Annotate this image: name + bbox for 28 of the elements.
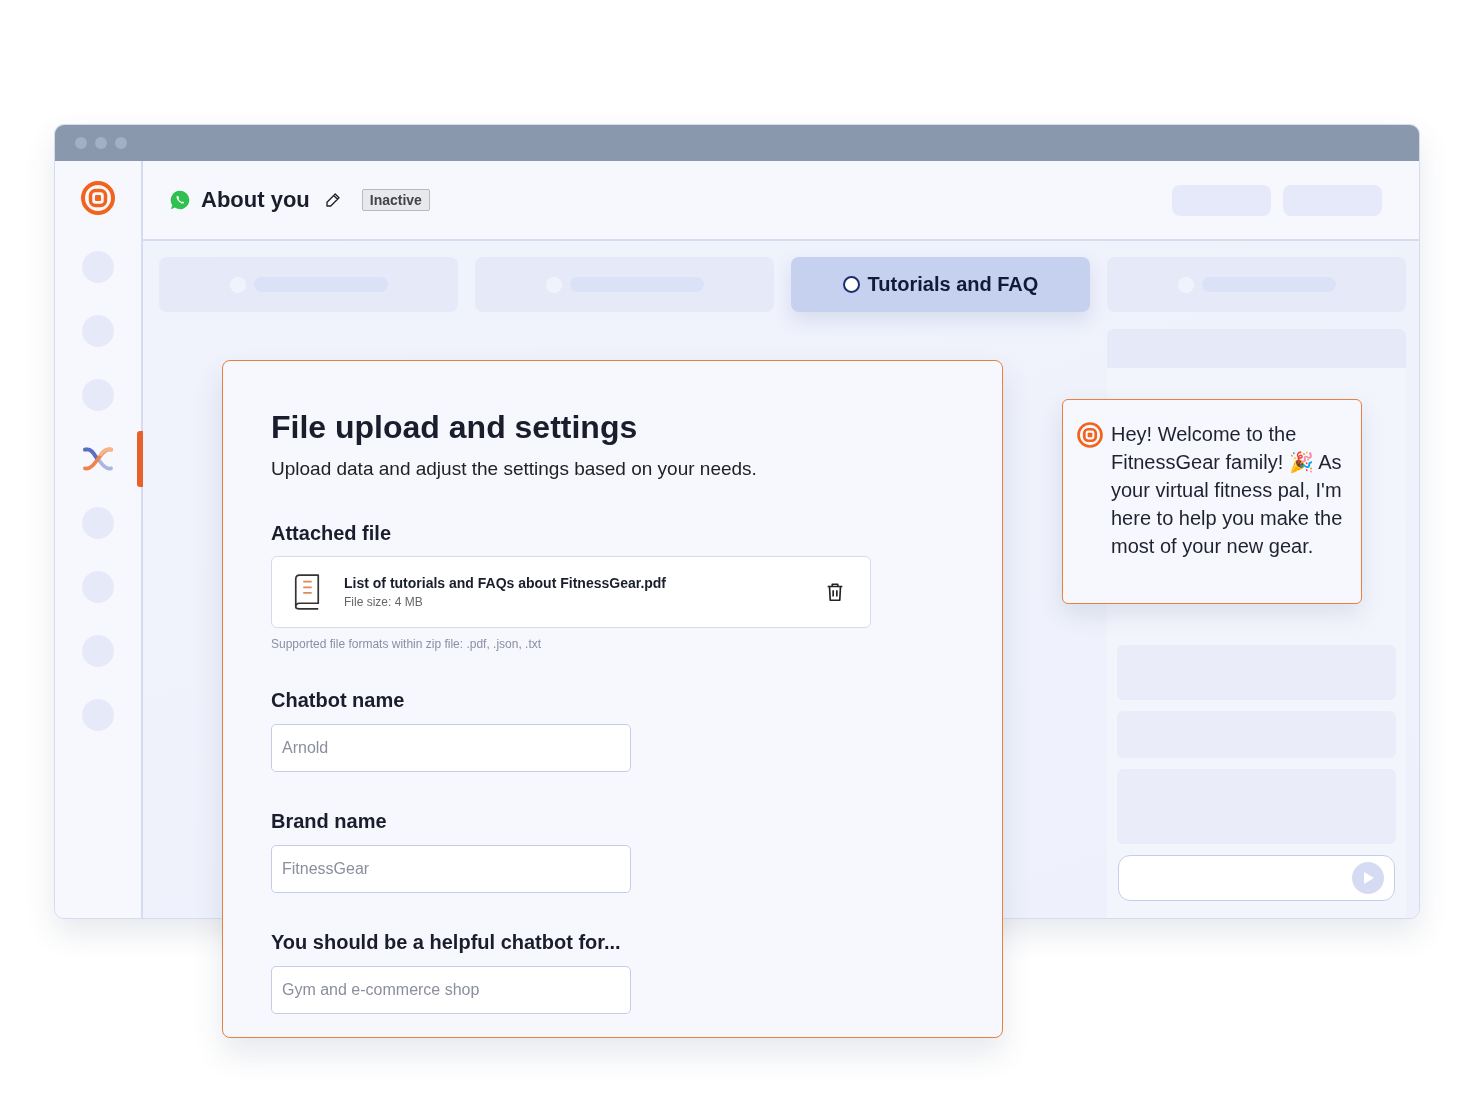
message-field[interactable]: [1118, 855, 1395, 901]
crossed-curves-icon[interactable]: [82, 445, 114, 473]
logo-icon: [81, 181, 115, 215]
logo-icon: [1077, 422, 1103, 448]
field-label: Attached file: [271, 522, 392, 545]
window-dot[interactable]: [75, 137, 87, 149]
message-text: Hey! Welcome to the FitnessGear family! 🎉 As your virtual fitness pal, I'm here to help you make the most of your new gear.: [1111, 422, 1343, 559]
field-label: You should be a helpful chatbot for...: [271, 931, 621, 954]
file-name: List of tutorials and FAQs about FitnessGear.pdf: [344, 575, 667, 591]
send-icon[interactable]: [1352, 862, 1384, 894]
status-badge: Inactive: [361, 189, 430, 211]
tab[interactable]: Tutorials and FAQ: [791, 257, 1090, 312]
field-label: Chatbot name: [271, 689, 405, 712]
card-title: File upload and settings: [271, 409, 638, 446]
file-size: File size: 4 MB: [344, 595, 423, 609]
card-subtitle: Upload data and adjust the settings based on your needs.: [271, 458, 757, 480]
window-dot[interactable]: [115, 137, 127, 149]
input-field[interactable]: Arnold: [271, 724, 631, 772]
edit-icon[interactable]: [323, 191, 342, 209]
file-format-hint: Supported file formats within zip file: .pdf, .json, .txt: [271, 637, 542, 651]
active-indicator: [137, 431, 143, 487]
chat-bubble-icon: [169, 189, 191, 211]
input-field[interactable]: Gym and e-commerce shop: [271, 966, 631, 1014]
field-label: Brand name: [271, 810, 387, 833]
document-icon: [292, 573, 322, 611]
page-title: About you: [201, 187, 310, 213]
input-field[interactable]: FitnessGear: [271, 845, 631, 893]
window-dot[interactable]: [95, 137, 107, 149]
